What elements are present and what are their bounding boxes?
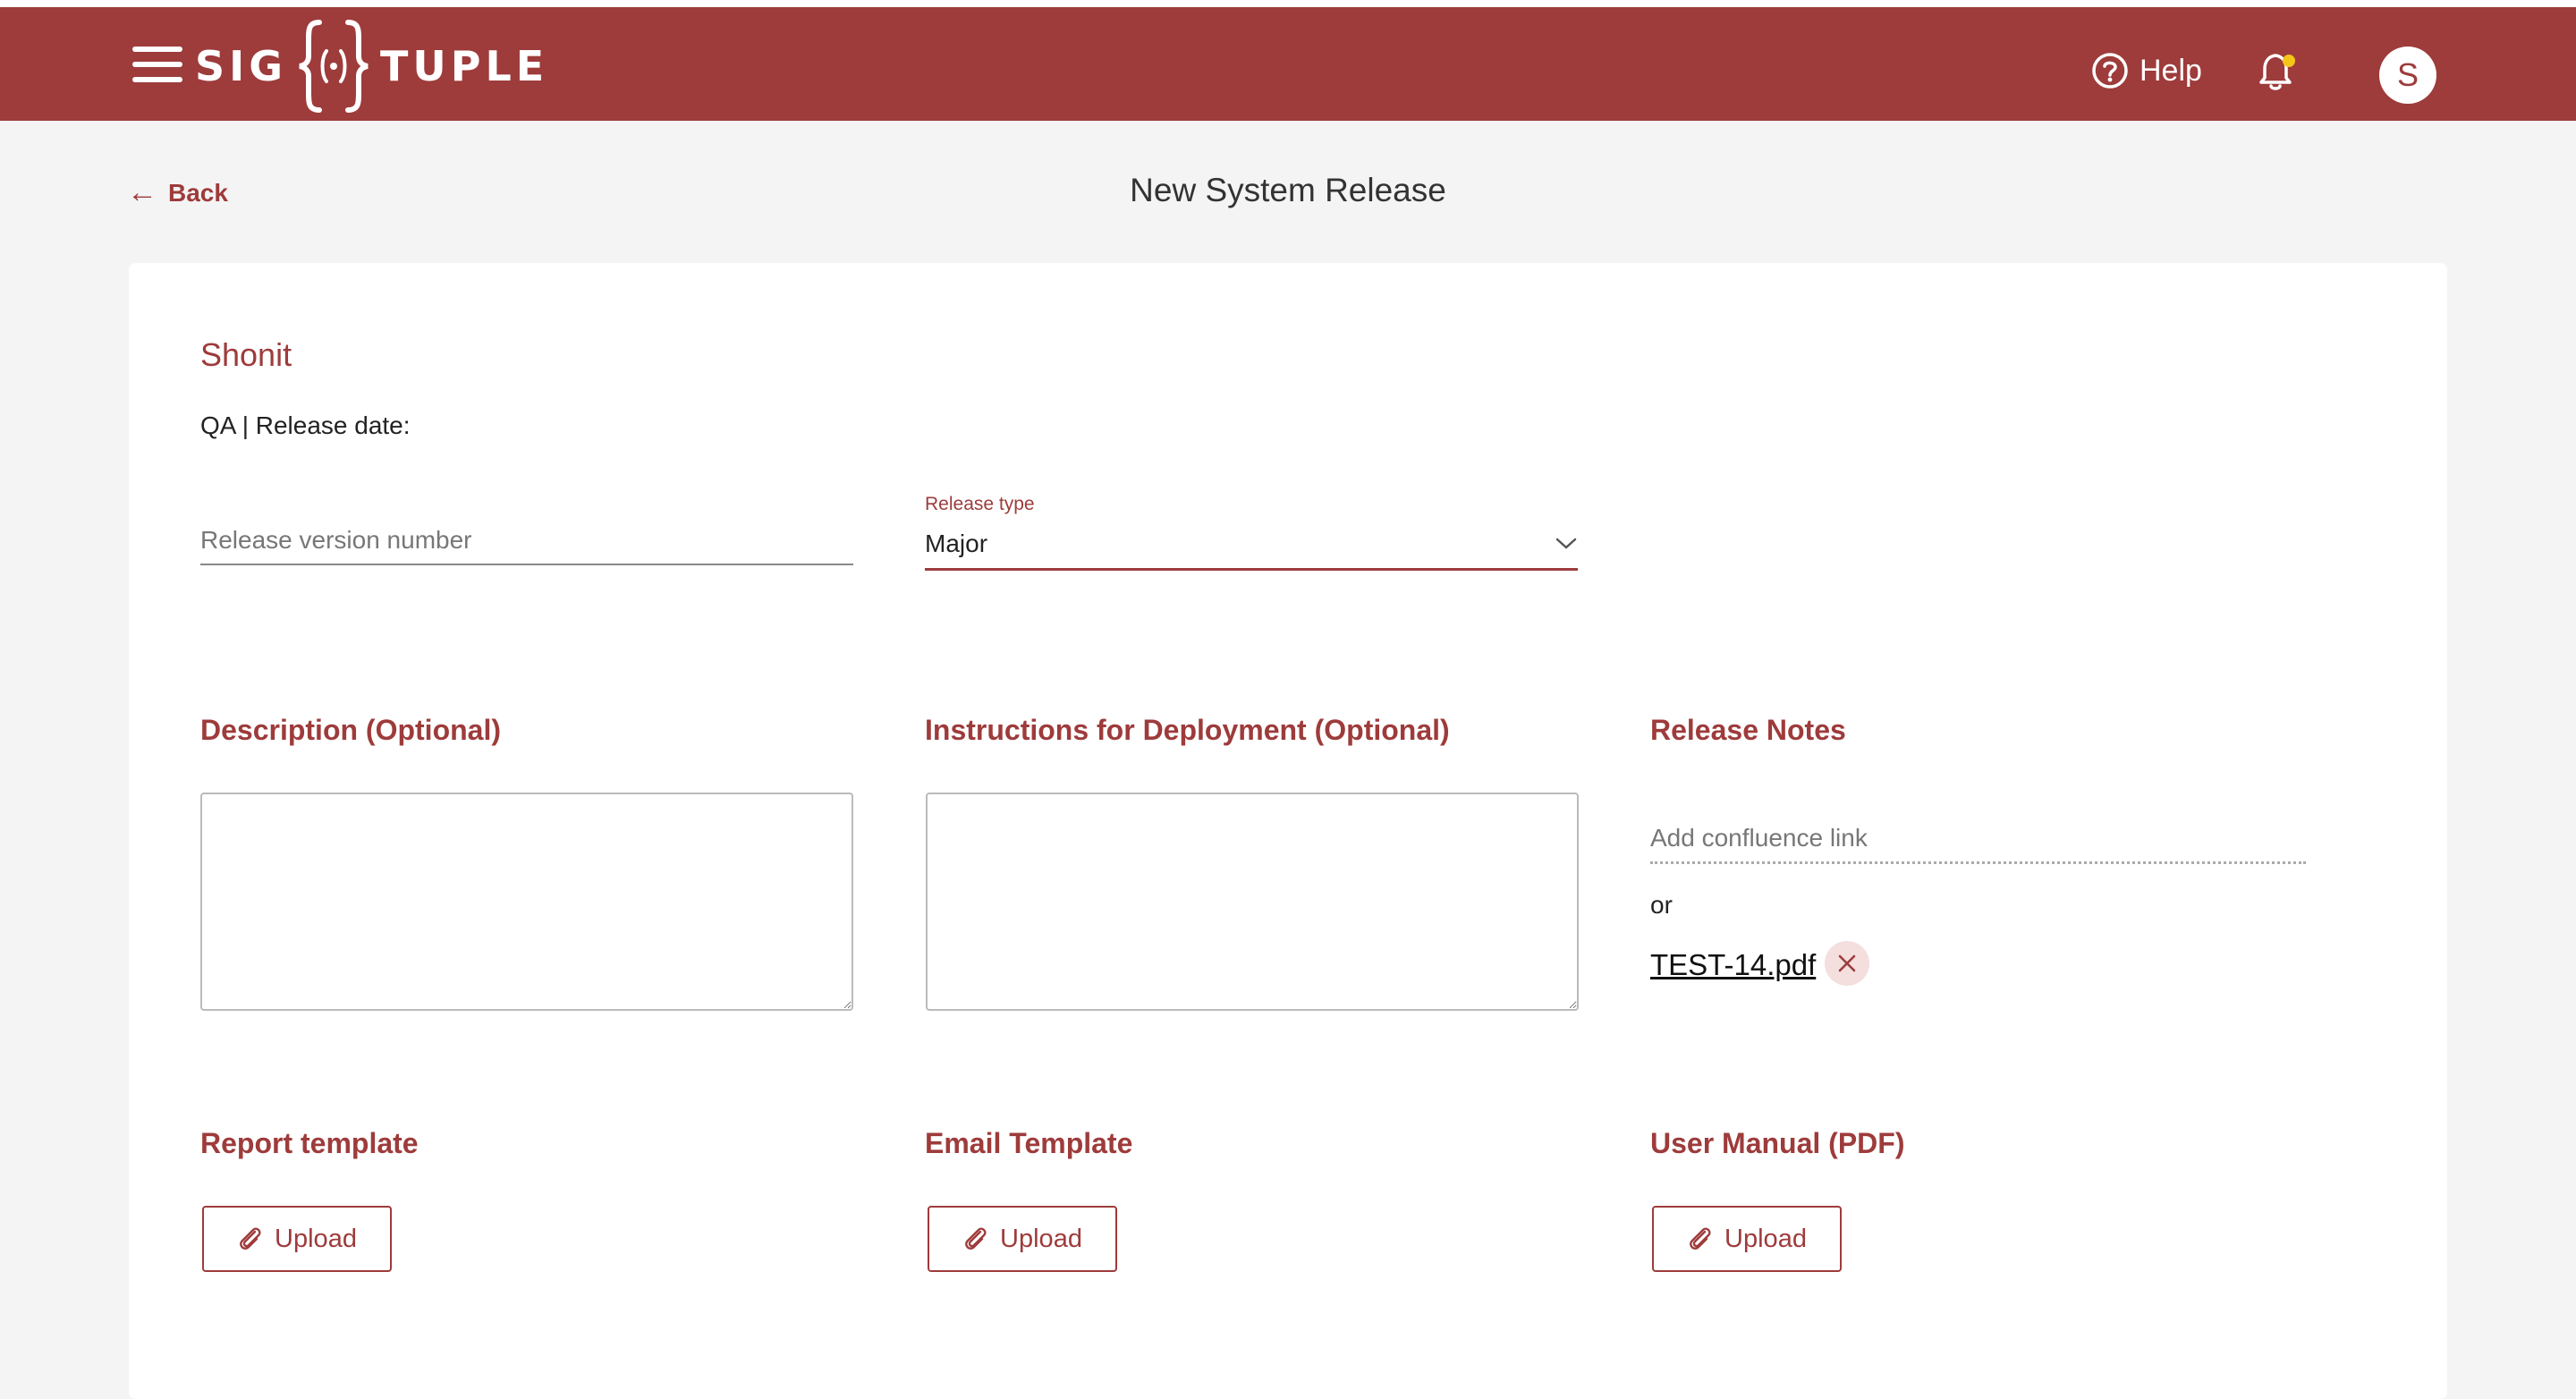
close-icon — [1838, 954, 1856, 972]
description-title: Description (Optional) — [200, 714, 501, 746]
user-manual-title: User Manual (PDF) — [1650, 1127, 1905, 1159]
report-template-title: Report template — [200, 1127, 419, 1159]
hamburger-menu-icon[interactable] — [132, 47, 182, 82]
email-template-upload-button[interactable]: Upload — [928, 1206, 1117, 1272]
instructions-title: Instructions for Deployment (Optional) — [925, 714, 1450, 746]
or-separator: or — [1650, 891, 1673, 919]
logo-text-right: TUPLE — [380, 41, 549, 90]
upload-label: Upload — [275, 1224, 357, 1253]
email-template-title: Email Template — [925, 1127, 1133, 1159]
help-circle-icon — [2092, 53, 2128, 89]
release-type-field: Release type Major — [925, 494, 1578, 571]
page-title: New System Release — [1130, 172, 1446, 208]
notification-dot — [2283, 55, 2295, 67]
report-template-upload-button[interactable]: Upload — [202, 1206, 392, 1272]
top-strip — [0, 0, 2576, 7]
upload-label: Upload — [1724, 1224, 1807, 1253]
notification-bell-icon[interactable] — [2258, 50, 2299, 93]
release-type-select[interactable]: Major — [925, 524, 1578, 571]
device-name: Shonit — [200, 336, 292, 373]
user-manual-upload-button[interactable]: Upload — [1652, 1206, 1842, 1272]
paperclip-icon — [1690, 1227, 1711, 1250]
release-notes-title: Release Notes — [1650, 714, 1846, 746]
user-avatar[interactable]: S — [2379, 47, 2436, 104]
help-link[interactable]: Help — [2091, 52, 2202, 89]
app-header: SIG TUPLE Help S — [0, 7, 2576, 121]
attached-file-link[interactable]: TEST-14.pdf — [1650, 948, 1816, 982]
paperclip-icon — [240, 1227, 261, 1250]
help-label: Help — [2140, 53, 2202, 88]
release-type-label: Release type — [925, 494, 1035, 514]
version-field: Release version number — [200, 517, 853, 565]
chevron-down-icon — [1555, 538, 1577, 549]
release-meta: QA | Release date: — [200, 411, 411, 439]
upload-label: Upload — [1000, 1224, 1082, 1253]
remove-file-button[interactable] — [1825, 941, 1869, 986]
release-version-input[interactable]: Release version number — [200, 517, 853, 565]
confluence-link-input[interactable]: Add confluence link — [1650, 821, 2306, 864]
logo-text-left: SIG — [195, 41, 288, 90]
instructions-textarea[interactable] — [926, 793, 1579, 1011]
paperclip-icon — [965, 1227, 987, 1250]
logo-brace-icon — [299, 19, 369, 113]
description-textarea[interactable] — [200, 793, 853, 1011]
release-type-value: Major — [925, 529, 988, 557]
sigtuple-logo[interactable]: SIG TUPLE — [195, 14, 548, 117]
